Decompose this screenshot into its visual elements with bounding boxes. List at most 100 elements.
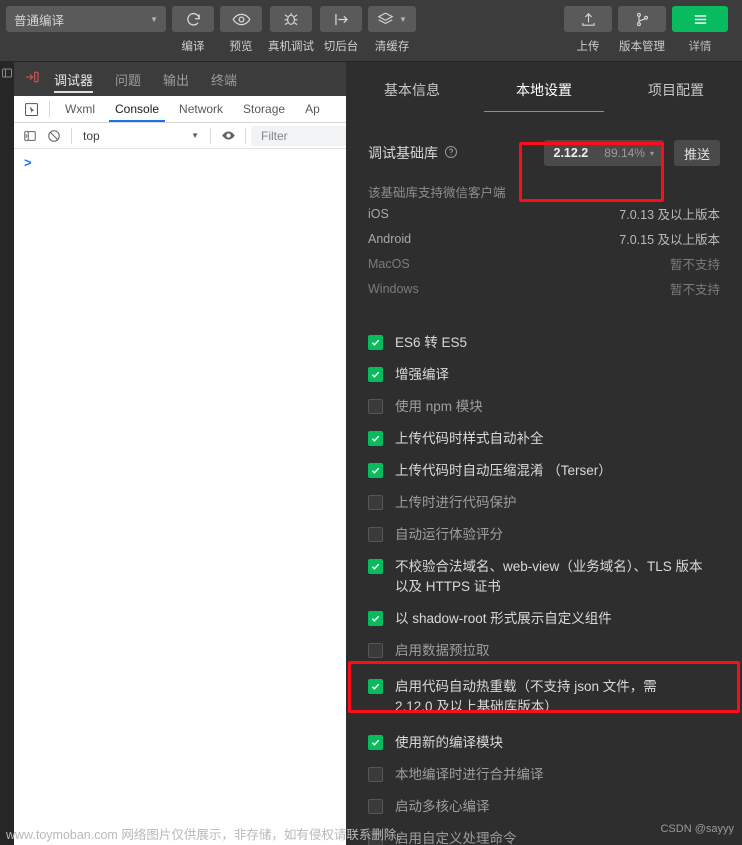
panel-toggle-icon[interactable] [1,66,13,84]
option-enhanced-compile[interactable]: 增强编译 [368,359,720,391]
device-debug-button-label: 真机调试 [268,41,314,53]
platform-name: iOS [368,206,389,221]
element-picker-icon[interactable] [18,98,44,120]
console-context-select[interactable]: top ▼ [77,126,205,146]
layers-icon [377,11,394,28]
device-debug-button-group[interactable]: 真机调试 [268,6,314,54]
console-sidebar-toggle-icon[interactable] [18,125,42,147]
checkbox-unchecked-icon[interactable] [368,799,383,814]
chevron-down-icon: ▼ [191,131,199,140]
option-label: 自动运行体验评分 [395,527,503,542]
divider [71,127,72,144]
option-label: 本地编译时进行合并编译 [395,767,544,782]
checkbox-checked-icon[interactable] [368,735,383,750]
sidebar-item-problems[interactable]: 问题 [115,62,141,96]
tab-basic-info[interactable]: 基本信息 [346,62,478,118]
tab-project-config[interactable]: 项目配置 [610,62,742,118]
upload-button[interactable] [564,6,612,32]
top-toolbar: 普通编译 ▼ 编译 预览 真机调试 切后台 ▼ 清缓存 上传 版本管理 详情 [0,0,742,62]
option-label: 上传代码时样式自动补全 [395,431,544,446]
checkbox-checked-icon[interactable] [368,335,383,350]
local-settings-content: 调试基础库 2.12.2 89.14% ▾ 推送 该基础库支持微信客户端 iOS… [346,136,742,845]
tab-local-settings[interactable]: 本地设置 [478,62,610,118]
option-new-compile-module[interactable]: 使用新的编译模块 [368,727,720,759]
clear-cache-button-group[interactable]: ▼ 清缓存 [368,6,416,54]
background-switch-button-group[interactable]: 切后台 [320,6,362,54]
version-manage-button-group[interactable]: 版本管理 [618,6,666,54]
option-data-prefetch[interactable]: 启用数据预拉取 [368,635,720,667]
compile-button[interactable] [172,6,214,32]
preview-button-label: 预览 [229,41,253,53]
devtools-pane: 调试器 问题 输出 终端 Wxml Console Network Storag… [0,62,346,845]
preview-button-group[interactable]: 预览 [220,6,262,54]
checkbox-unchecked-icon[interactable] [368,527,383,542]
checkbox-checked-icon[interactable] [368,367,383,382]
option-style-autocomplete[interactable]: 上传代码时样式自动补全 [368,423,720,455]
question-circle-icon[interactable] [444,145,458,162]
checkbox-unchecked-icon[interactable] [368,399,383,414]
debug-library-note: 该基础库支持微信客户端 [368,186,506,200]
option-shadow-root[interactable]: 以 shadow-root 形式展示自定义组件 [368,603,720,635]
checkbox-checked-icon[interactable] [368,679,383,694]
chevron-down-icon: ▼ [150,14,158,24]
push-button[interactable]: 推送 [673,140,720,166]
app-window: 普通编译 ▼ 编译 预览 真机调试 切后台 ▼ 清缓存 上传 版本管理 详情 调… [0,0,742,845]
platform-version: 7.0.13 及以上版本 [619,208,720,222]
platform-version: 暂不支持 [669,283,720,297]
option-auto-experience-score[interactable]: 自动运行体验评分 [368,519,720,551]
compile-mode-select[interactable]: 普通编译 ▼ [6,6,166,32]
option-multicore-compile[interactable]: 启动多核心编译 [368,791,720,823]
option-label: 不校验合法域名、web-view（业务域名）、TLS 版本以及 HTTPS 证书 [395,559,703,594]
console-filter-input[interactable]: Filter [251,125,346,146]
bug-icon [282,10,300,28]
checkbox-checked-icon[interactable] [368,463,383,478]
tab-appdata[interactable]: Ap [295,96,330,122]
checkbox-unchecked-icon[interactable] [368,495,383,510]
sidebar-item-terminal[interactable]: 终端 [211,62,237,96]
sidebar-item-debugger[interactable]: 调试器 [54,62,94,96]
option-use-npm[interactable]: 使用 npm 模块 [368,391,720,423]
checkbox-checked-icon[interactable] [368,559,383,574]
tab-wxml[interactable]: Wxml [55,96,105,122]
debug-library-label: 调试基础库 [368,145,438,161]
option-code-protection[interactable]: 上传时进行代码保护 [368,487,720,519]
platform-name: Windows [368,281,419,296]
option-skip-domain-check[interactable]: 不校验合法域名、web-view（业务域名）、TLS 版本以及 HTTPS 证书 [368,551,720,603]
tab-console[interactable]: Console [105,96,169,122]
debug-library-controls: 2.12.2 89.14% ▾ 推送 [543,140,720,166]
option-terser-minify[interactable]: 上传代码时自动压缩混淆 （Terser） [368,455,720,487]
option-es6-to-es5[interactable]: ES6 转 ES5 [368,327,720,359]
debug-library-version-select[interactable]: 2.12.2 89.14% ▾ [543,140,664,166]
tab-network[interactable]: Network [169,96,233,122]
option-local-merge-compile[interactable]: 本地编译时进行合并编译 [368,759,720,791]
checkbox-checked-icon[interactable] [368,611,383,626]
detail-button[interactable] [672,6,728,32]
compile-button-group[interactable]: 编译 [172,6,214,54]
compile-mode-value: 普通编译 [14,13,65,28]
platform-name: Android [368,231,412,246]
checkbox-unchecked-icon[interactable] [368,767,383,782]
version-manage-button[interactable] [618,6,666,32]
checkbox-unchecked-icon[interactable] [368,643,383,658]
expand-panel-icon[interactable] [24,69,40,90]
detail-panel: 基本信息 本地设置 项目配置 调试基础库 2.12.2 89.14% ▾ 推送 … [346,62,742,845]
option-hot-reload[interactable]: 启用代码自动热重载（不支持 json 文件，需 2.12.0 及以上基础库版本） [368,667,720,727]
upload-button-group[interactable]: 上传 [564,6,612,54]
debug-library-coverage: 89.14% [604,146,645,160]
clear-cache-button[interactable]: ▼ [368,6,416,32]
console-eye-icon[interactable] [216,125,240,147]
checkbox-checked-icon[interactable] [368,431,383,446]
console-filter-placeholder: Filter [261,128,288,143]
preview-button[interactable] [220,6,262,32]
device-debug-button[interactable] [270,6,312,32]
sidebar-item-output[interactable]: 输出 [163,62,189,96]
detail-button-group[interactable]: 详情 [672,6,728,54]
background-switch-button[interactable] [320,6,362,32]
clear-console-icon[interactable] [42,125,66,147]
settings-option-list: ES6 转 ES5 增强编译 使用 npm 模块 上传代码时样式自动补全 上传代… [368,327,720,845]
tab-storage[interactable]: Storage [233,96,295,122]
console-output[interactable]: > [14,149,346,843]
debug-library-row: 调试基础库 2.12.2 89.14% ▾ 推送 [368,136,720,170]
divider [49,101,50,117]
chevron-down-icon: ▾ [649,148,654,158]
